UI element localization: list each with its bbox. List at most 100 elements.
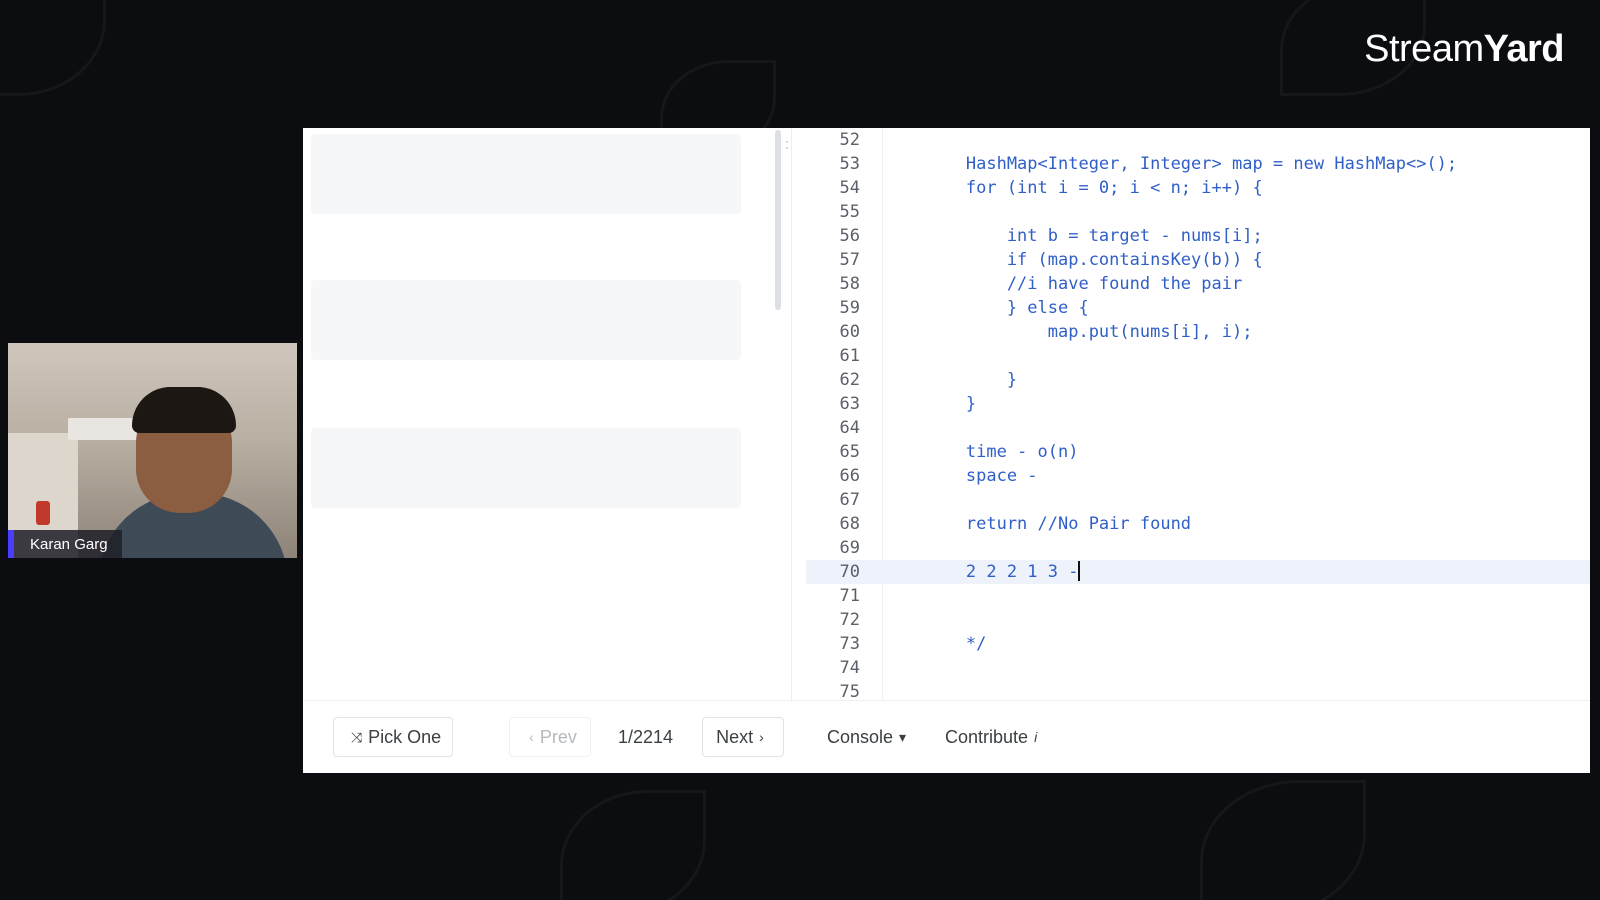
background-leaf-decoration <box>0 0 106 96</box>
info-icon: i <box>1034 729 1038 745</box>
line-code-text: 2 2 2 1 3 - <box>884 561 1081 582</box>
line-code-text: } <box>884 370 1018 390</box>
prev-label: Prev <box>539 726 577 747</box>
background-lamp <box>36 501 50 525</box>
line-code-text: } <box>884 394 977 414</box>
loading-placeholder <box>311 134 741 214</box>
line-number: 56 <box>839 226 860 246</box>
participant-video: Karan Garg <box>8 343 297 558</box>
shuffle-icon: ⤨ <box>350 728 363 745</box>
code-line[interactable]: 55 <box>806 200 1590 224</box>
line-number: 65 <box>839 442 860 462</box>
line-number: 66 <box>839 466 860 486</box>
code-line[interactable]: 59 } else { <box>806 296 1590 320</box>
contribute-link[interactable]: Contribute i <box>945 717 1043 757</box>
line-number: 62 <box>839 370 860 390</box>
code-line[interactable]: 57 if (map.containsKey(b)) { <box>806 248 1590 272</box>
line-number: 60 <box>839 322 860 342</box>
scrollbar-thumb[interactable] <box>775 130 781 310</box>
code-line[interactable]: 63 } <box>806 392 1590 416</box>
line-code-text: int b = target - nums[i]; <box>884 226 1263 246</box>
editor-toolbar: ⤨ Pick One ‹ Prev 1/2214 Next › Console … <box>303 700 1590 773</box>
line-code-text: time - o(n) <box>884 442 1079 462</box>
text-caret <box>1078 561 1081 581</box>
chevron-left-icon: ‹ <box>529 729 534 745</box>
problem-description-pane[interactable]: · · <box>303 128 792 700</box>
caret-down-icon: ▾ <box>899 728 907 745</box>
pick-one-button[interactable]: ⤨ Pick One <box>333 717 453 757</box>
next-label: Next <box>716 726 754 747</box>
line-number: 72 <box>839 610 860 630</box>
code-line[interactable]: 53 HashMap<Integer, Integer> map = new H… <box>806 152 1590 176</box>
brand-text-bold: Yard <box>1483 28 1565 70</box>
participant-name: Karan Garg <box>30 535 108 553</box>
shared-screen: · · 52 53 HashMap<Integer, Integer> map = … <box>303 128 1590 773</box>
loading-placeholder <box>311 428 741 508</box>
line-number: 74 <box>839 658 860 678</box>
line-number: 67 <box>839 490 860 510</box>
console-label: Console <box>827 726 894 747</box>
code-line[interactable]: 52 <box>806 128 1590 152</box>
line-number: 63 <box>839 394 860 414</box>
code-line[interactable]: 69 <box>806 536 1590 560</box>
contribute-label: Contribute <box>945 726 1029 747</box>
next-button[interactable]: Next › <box>702 717 784 757</box>
line-code-text: for (int i = 0; i < n; i++) { <box>884 178 1263 198</box>
question-counter: 1/2214 <box>618 717 673 757</box>
line-number: 68 <box>839 514 860 534</box>
line-number: 75 <box>839 682 860 700</box>
code-line[interactable]: 75 <box>806 680 1590 700</box>
code-line[interactable]: 71 <box>806 584 1590 608</box>
background-leaf-decoration <box>560 790 706 900</box>
line-number: 59 <box>839 298 860 318</box>
line-code-text: } else { <box>884 298 1089 318</box>
line-code-text: if (map.containsKey(b)) { <box>884 250 1263 270</box>
code-line[interactable]: 65 time - o(n) <box>806 440 1590 464</box>
participant-name-tag: Karan Garg <box>8 530 122 558</box>
participant-hair <box>132 387 236 433</box>
line-code-text: */ <box>884 634 987 654</box>
brand-text-light: Stream <box>1364 28 1484 70</box>
code-editor[interactable]: 52 53 HashMap<Integer, Integer> map = new… <box>806 128 1590 700</box>
line-number: 52 <box>839 130 860 150</box>
line-code-text: return //No Pair found <box>884 514 1192 534</box>
code-line[interactable]: 72 <box>806 608 1590 632</box>
console-dropdown[interactable]: Console ▾ <box>827 717 912 757</box>
chevron-right-icon: › <box>759 729 764 745</box>
code-line[interactable]: 62 } <box>806 368 1590 392</box>
line-code-text: space - <box>884 466 1038 486</box>
stream-stage: StreamYard Karan Garg · · 52 53 HashMap<In… <box>0 0 1600 900</box>
code-line[interactable]: 64 <box>806 416 1590 440</box>
code-line[interactable]: 60 map.put(nums[i], i); <box>806 320 1590 344</box>
line-number: 53 <box>839 154 860 174</box>
code-line[interactable]: 54 for (int i = 0; i < n; i++) { <box>806 176 1590 200</box>
code-line[interactable]: 56 int b = target - nums[i]; <box>806 224 1590 248</box>
code-line[interactable]: 66 space - <box>806 464 1590 488</box>
prev-button[interactable]: ‹ Prev <box>509 717 591 757</box>
loading-placeholder <box>311 280 741 360</box>
line-code-text: //i have found the pair <box>884 274 1243 294</box>
code-line[interactable]: 61 <box>806 344 1590 368</box>
pick-one-label: Pick One <box>368 726 442 747</box>
background-leaf-decoration <box>1200 780 1366 900</box>
question-counter-text: 1/2214 <box>618 726 674 747</box>
line-number: 55 <box>839 202 860 222</box>
code-line[interactable]: 68 return //No Pair found <box>806 512 1590 536</box>
code-line[interactable]: 70 2 2 2 1 3 - <box>806 560 1590 584</box>
pane-resize-handle-icon[interactable]: · · <box>785 135 789 153</box>
line-number: 71 <box>839 586 860 606</box>
code-line[interactable]: 73 */ <box>806 632 1590 656</box>
line-number: 58 <box>839 274 860 294</box>
line-code-text: map.put(nums[i], i); <box>884 322 1253 342</box>
line-number: 73 <box>839 634 860 654</box>
code-line[interactable]: 58 //i have found the pair <box>806 272 1590 296</box>
line-number: 70 <box>839 562 860 582</box>
line-number: 54 <box>839 178 860 198</box>
line-number: 69 <box>839 538 860 558</box>
line-number: 57 <box>839 250 860 270</box>
line-code-text: HashMap<Integer, Integer> map = new Hash… <box>884 154 1458 174</box>
streamyard-logo: StreamYard <box>1364 28 1564 71</box>
line-number: 64 <box>839 418 860 438</box>
code-line[interactable]: 74 <box>806 656 1590 680</box>
code-line[interactable]: 67 <box>806 488 1590 512</box>
